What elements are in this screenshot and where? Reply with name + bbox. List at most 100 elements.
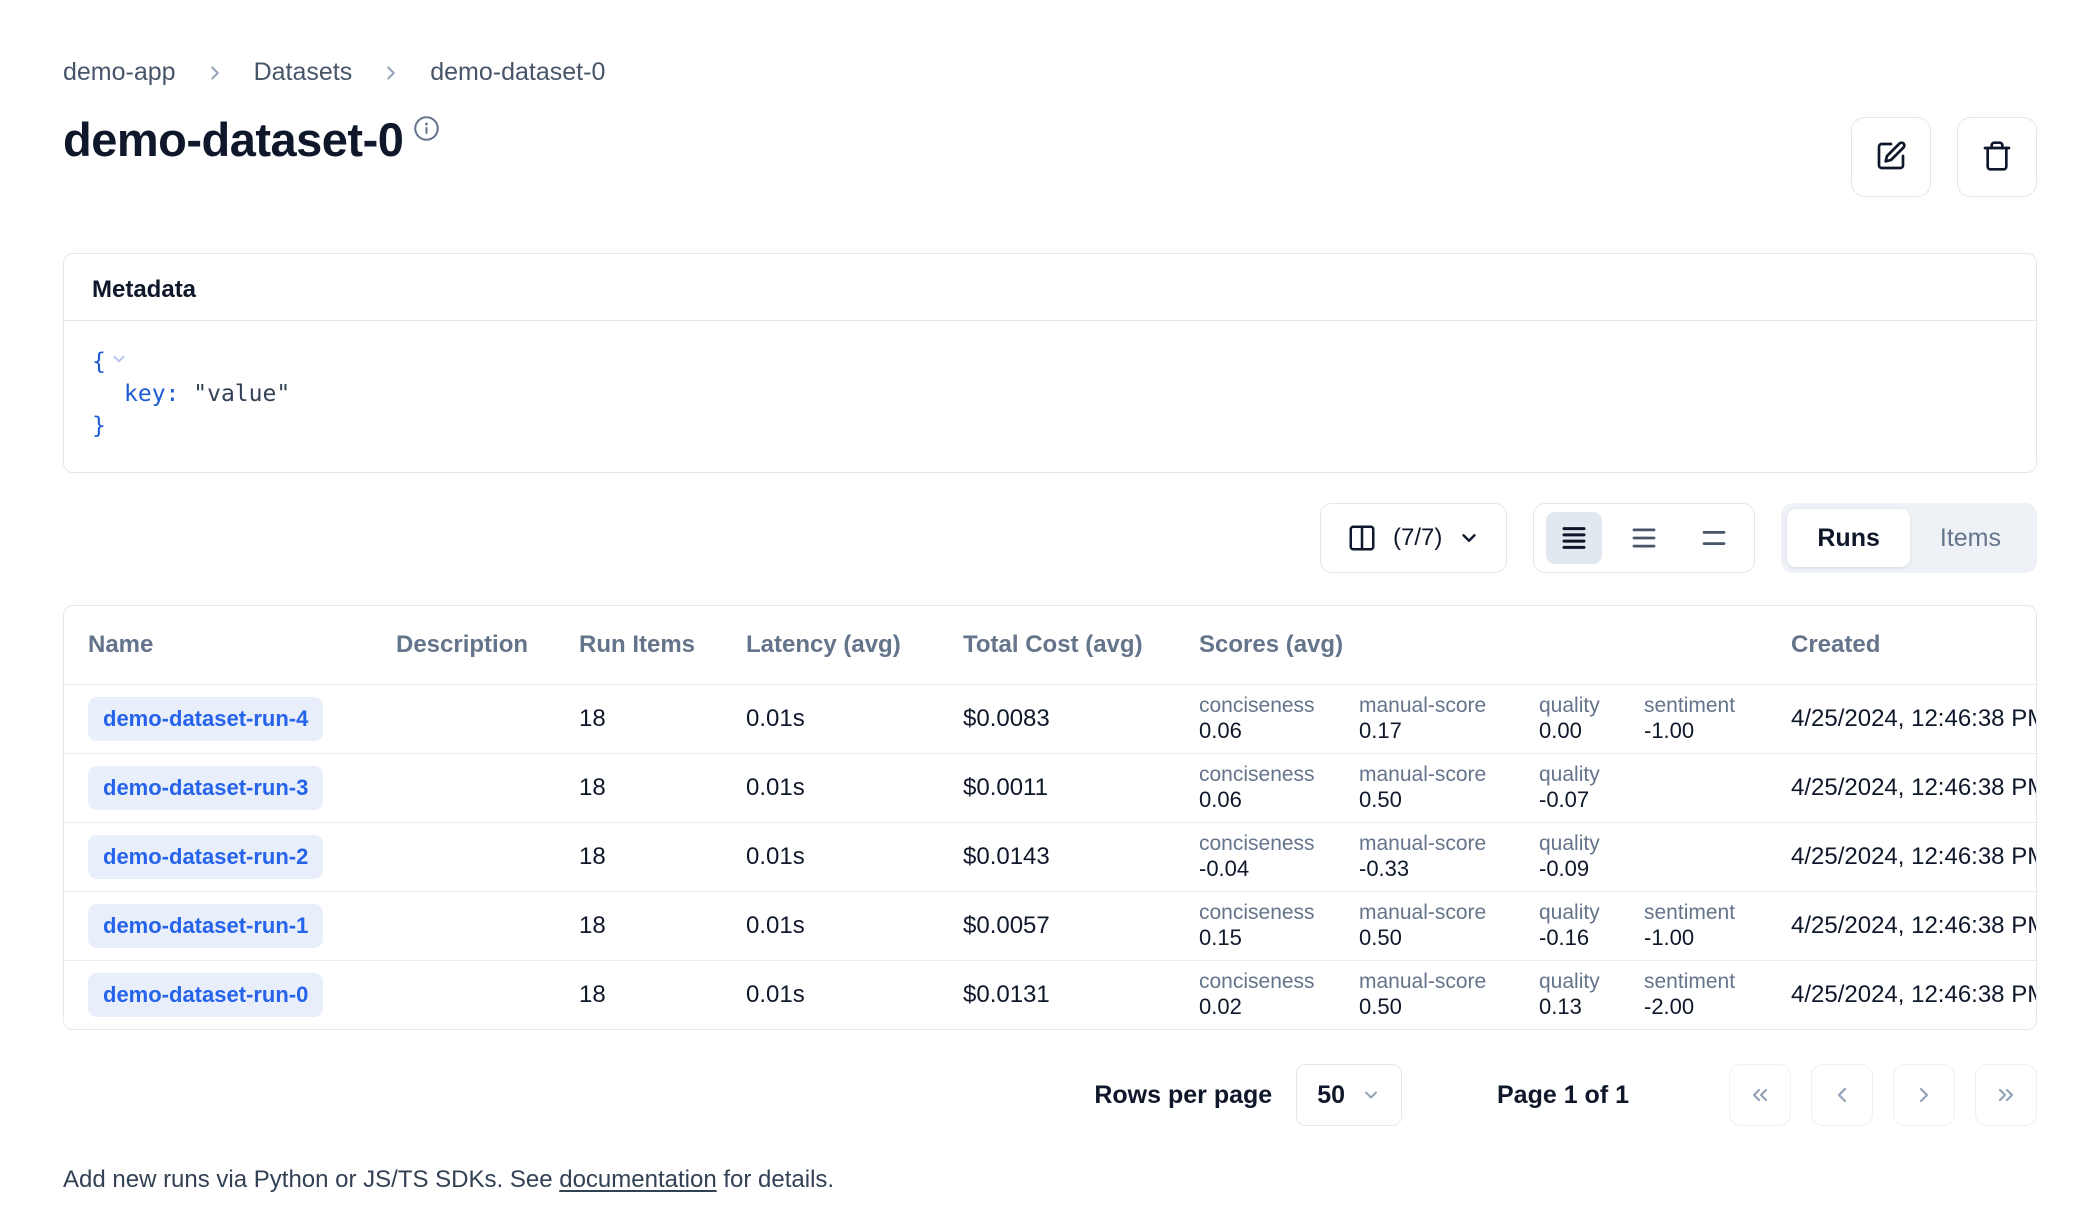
tab-items[interactable]: Items <box>1910 509 2031 567</box>
sdk-help-text: Add new runs via Python or JS/TS SDKs. S… <box>63 1166 2037 1194</box>
table-toolbar: (7/7) Runs Ite <box>63 503 2037 573</box>
documentation-link[interactable]: documentation <box>559 1166 716 1193</box>
score-cell: manual-score0.17 <box>1359 694 1539 743</box>
score-cell: quality0.13 <box>1539 970 1644 1019</box>
run-items-count: 18 <box>579 774 746 802</box>
row-height-large-button[interactable] <box>1686 512 1742 564</box>
run-scores: conciseness0.06 manual-score0.50 quality… <box>1199 763 1791 812</box>
metadata-json-viewer: { key: "value" } <box>64 321 2036 472</box>
table-row[interactable]: demo-dataset-run-1 18 0.01s $0.0057 conc… <box>64 891 2036 960</box>
chevron-down-icon[interactable] <box>110 345 128 377</box>
run-scores: conciseness0.06 manual-score0.17 quality… <box>1199 694 1791 743</box>
run-latency: 0.01s <box>746 705 963 733</box>
score-cell: conciseness0.02 <box>1199 970 1359 1019</box>
json-open-brace: { <box>92 349 106 375</box>
row-height-tall-icon <box>1699 523 1729 553</box>
column-header-scores[interactable]: Scores (avg) <box>1199 631 1791 659</box>
run-scores: conciseness0.15 manual-score0.50 quality… <box>1199 901 1791 950</box>
column-header-created[interactable]: Created <box>1791 631 2036 659</box>
column-header-description[interactable]: Description <box>396 631 579 659</box>
chevron-down-icon <box>1458 527 1480 549</box>
column-visibility-button[interactable]: (7/7) <box>1320 503 1507 573</box>
row-height-tight-icon <box>1559 523 1589 553</box>
score-cell: conciseness-0.04 <box>1199 832 1359 881</box>
title-actions <box>1851 117 2037 197</box>
page-info: Page 1 of 1 <box>1497 1081 1629 1110</box>
row-height-medium-button[interactable] <box>1616 512 1672 564</box>
score-cell: conciseness0.15 <box>1199 901 1359 950</box>
run-name-link[interactable]: demo-dataset-run-0 <box>88 973 323 1017</box>
run-created-timestamp: 4/25/2024, 12:46:38 PM <box>1791 981 2036 1009</box>
run-created-timestamp: 4/25/2024, 12:46:38 PM <box>1791 912 2036 940</box>
score-cell: manual-score0.50 <box>1359 763 1539 812</box>
column-header-run-items[interactable]: Run Items <box>579 631 746 659</box>
pagination-bar: Rows per page 50 Page 1 of 1 <box>63 1064 2037 1126</box>
json-close-brace: } <box>92 413 106 439</box>
edit-dataset-button[interactable] <box>1851 117 1931 197</box>
runs-items-tabs: Runs Items <box>1781 503 2037 573</box>
table-row[interactable]: demo-dataset-run-0 18 0.01s $0.0131 conc… <box>64 960 2036 1029</box>
run-scores: conciseness-0.04 manual-score-0.33 quali… <box>1199 832 1791 881</box>
run-items-count: 18 <box>579 981 746 1009</box>
run-latency: 0.01s <box>746 981 963 1009</box>
run-total-cost: $0.0131 <box>963 981 1199 1009</box>
json-line-key: key: "value" <box>92 378 2008 410</box>
run-name-link[interactable]: demo-dataset-run-2 <box>88 835 323 879</box>
score-cell: conciseness0.06 <box>1199 694 1359 743</box>
run-name-link[interactable]: demo-dataset-run-3 <box>88 766 323 810</box>
run-latency: 0.01s <box>746 843 963 871</box>
run-name-link[interactable]: demo-dataset-run-4 <box>88 697 323 741</box>
title-row: demo-dataset-0 <box>63 113 2037 197</box>
column-header-total-cost[interactable]: Total Cost (avg) <box>963 631 1199 659</box>
score-cell: sentiment-2.00 <box>1644 970 1791 1019</box>
help-text-before: Add new runs via Python or JS/TS SDKs. S… <box>63 1166 559 1193</box>
json-line-close: } <box>92 410 2008 442</box>
json-line-open[interactable]: { <box>92 345 2008 378</box>
page-title: demo-dataset-0 <box>63 113 403 167</box>
breadcrumb-current-dataset[interactable]: demo-dataset-0 <box>430 58 605 87</box>
table-row[interactable]: demo-dataset-run-4 18 0.01s $0.0083 conc… <box>64 684 2036 753</box>
run-name-link[interactable]: demo-dataset-run-1 <box>88 904 323 948</box>
row-height-small-button[interactable] <box>1546 512 1602 564</box>
score-cell: quality-0.07 <box>1539 763 1644 812</box>
score-cell: conciseness0.06 <box>1199 763 1359 812</box>
json-key: key: <box>124 381 179 407</box>
previous-page-button[interactable] <box>1811 1064 1873 1126</box>
next-page-button[interactable] <box>1893 1064 1955 1126</box>
last-page-button[interactable] <box>1975 1064 2037 1126</box>
row-height-medium-icon <box>1629 523 1659 553</box>
score-cell: manual-score-0.33 <box>1359 832 1539 881</box>
table-row[interactable]: demo-dataset-run-3 18 0.01s $0.0011 conc… <box>64 753 2036 822</box>
chevron-right-icon <box>1912 1083 1936 1107</box>
run-total-cost: $0.0011 <box>963 774 1199 802</box>
rows-per-page-value: 50 <box>1317 1081 1345 1110</box>
score-cell: manual-score0.50 <box>1359 901 1539 950</box>
run-latency: 0.01s <box>746 912 963 940</box>
run-latency: 0.01s <box>746 774 963 802</box>
dataset-page: demo-app Datasets demo-dataset-0 demo-da… <box>0 58 2100 1194</box>
tab-runs[interactable]: Runs <box>1787 509 1910 567</box>
table-row[interactable]: demo-dataset-run-2 18 0.01s $0.0143 conc… <box>64 822 2036 891</box>
breadcrumb-datasets[interactable]: Datasets <box>254 58 353 87</box>
run-items-count: 18 <box>579 843 746 871</box>
run-total-cost: $0.0083 <box>963 705 1199 733</box>
json-value: "value" <box>193 381 290 407</box>
chevron-down-icon <box>1361 1085 1381 1105</box>
metadata-panel-title: Metadata <box>64 254 2036 321</box>
column-header-name[interactable]: Name <box>88 631 396 659</box>
score-cell: sentiment-1.00 <box>1644 694 1791 743</box>
delete-dataset-button[interactable] <box>1957 117 2037 197</box>
breadcrumb: demo-app Datasets demo-dataset-0 <box>63 58 2037 87</box>
chevron-right-icon <box>380 62 402 84</box>
first-page-button[interactable] <box>1729 1064 1791 1126</box>
run-items-count: 18 <box>579 705 746 733</box>
score-cell <box>1644 832 1791 881</box>
score-cell: sentiment-1.00 <box>1644 901 1791 950</box>
help-text-after: for details. <box>717 1166 834 1193</box>
info-icon[interactable] <box>413 115 440 142</box>
breadcrumb-project[interactable]: demo-app <box>63 58 176 87</box>
column-header-latency[interactable]: Latency (avg) <box>746 631 963 659</box>
trash-icon <box>1981 140 2013 175</box>
score-cell <box>1644 763 1791 812</box>
rows-per-page-select[interactable]: 50 <box>1296 1064 1402 1126</box>
